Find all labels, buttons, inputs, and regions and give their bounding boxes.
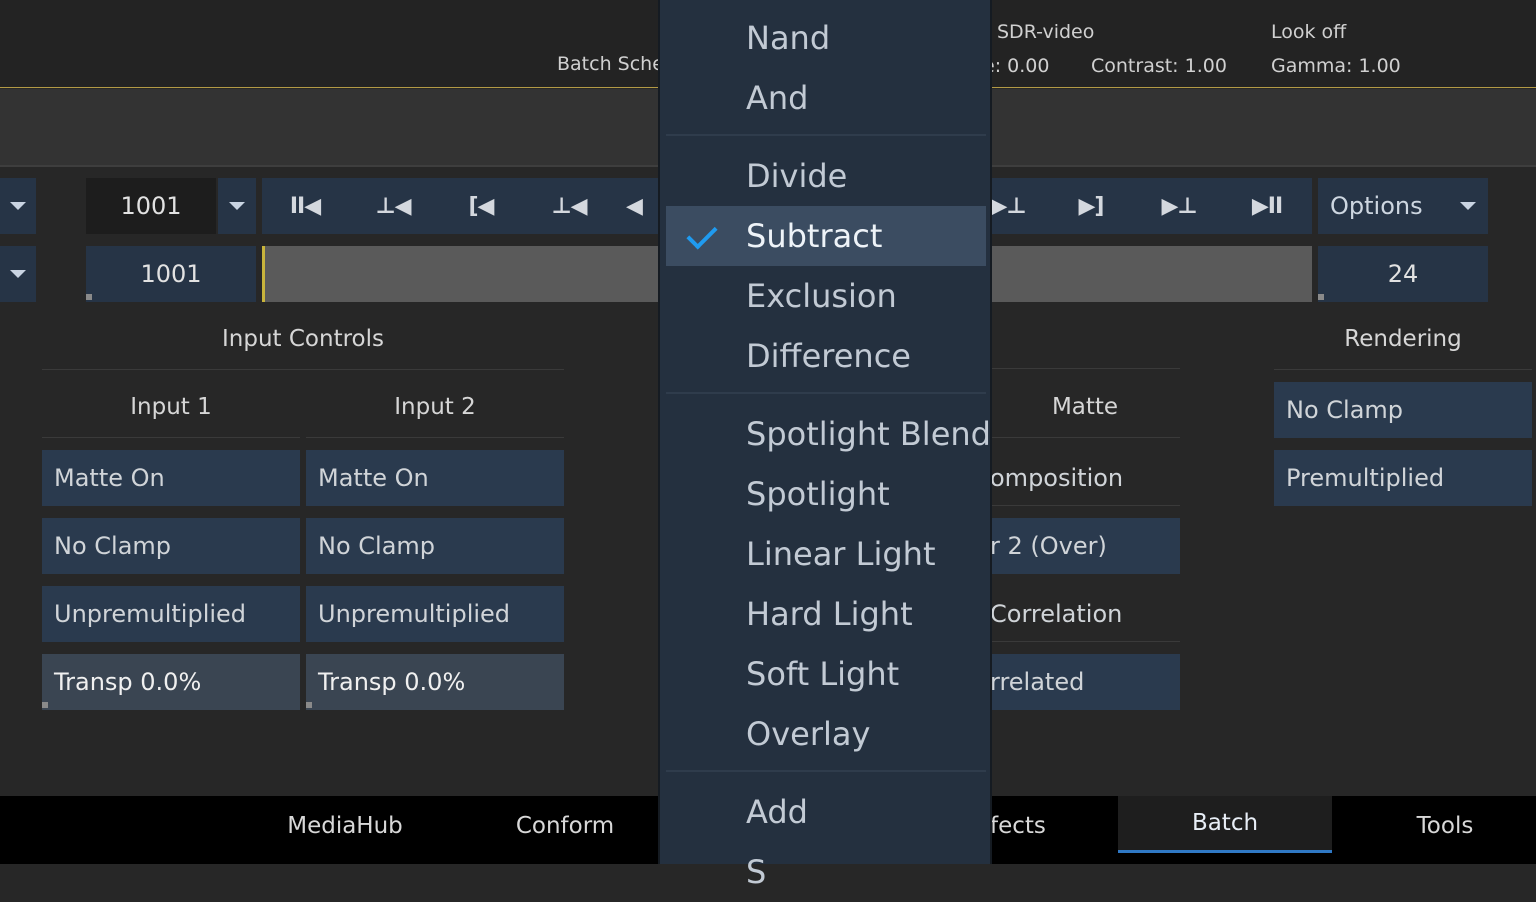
tab-effects[interactable]: fects xyxy=(990,796,1050,856)
contrast-readout: Contrast: 1.00 xyxy=(1091,55,1227,77)
input1-clamp-button[interactable]: No Clamp xyxy=(42,518,300,574)
chevron-down-icon xyxy=(10,202,26,210)
input2-clamp-button[interactable]: No Clamp xyxy=(306,518,564,574)
previous-marker-icon[interactable]: ⊥◀ xyxy=(534,178,604,234)
correlation-label: Correlation xyxy=(990,586,1180,642)
menu-item-partial[interactable]: S xyxy=(660,842,990,902)
matte-heading: Matte xyxy=(990,394,1180,438)
current-frame-field[interactable]: 1001 xyxy=(86,178,216,234)
tab-conform[interactable]: Conform xyxy=(458,796,672,856)
input2-matte-button[interactable]: Matte On xyxy=(306,450,564,506)
rendering-clamp-button[interactable]: No Clamp xyxy=(1274,382,1532,438)
rendering-premult-button[interactable]: Premultiplied xyxy=(1274,450,1532,506)
input2-transparency-tick xyxy=(306,702,312,708)
menu-item-soft-light[interactable]: Soft Light xyxy=(660,644,990,704)
start-frame-field[interactable]: 1001 xyxy=(86,246,256,302)
gamma-readout: Gamma: 1.00 xyxy=(1271,55,1401,77)
input1-transparency-field[interactable]: Transp 0.0% xyxy=(42,654,300,710)
menu-item-hard-light[interactable]: Hard Light xyxy=(660,584,990,644)
previous-frame-icon[interactable]: ◀ xyxy=(626,178,658,234)
menu-item-nand[interactable]: Nand xyxy=(660,8,990,68)
input1-transparency-tick xyxy=(42,702,48,708)
checkmark-icon xyxy=(686,218,718,250)
chevron-down-icon xyxy=(10,270,26,278)
menu-separator xyxy=(666,770,986,772)
timeline-cursor[interactable] xyxy=(262,246,265,302)
menu-item-add[interactable]: Add xyxy=(660,782,990,842)
left-dropdown-button-2[interactable] xyxy=(0,246,36,302)
menu-item-overlay[interactable]: Overlay xyxy=(660,704,990,764)
end-frame-slider-tick xyxy=(1318,294,1324,300)
composition-label: omposition xyxy=(990,450,1180,506)
menu-separator xyxy=(666,392,986,394)
frame-dropdown-button[interactable] xyxy=(218,178,256,234)
go-to-start-icon[interactable]: II◀ xyxy=(270,178,340,234)
next-marker-icon[interactable]: ▶⊥ xyxy=(986,178,1030,234)
menu-item-spotlight-blend[interactable]: Spotlight Blend xyxy=(660,404,991,464)
menu-item-linear-light[interactable]: Linear Light xyxy=(660,524,990,584)
menu-item-divide[interactable]: Divide xyxy=(660,146,990,206)
left-dropdown-button[interactable] xyxy=(0,178,36,234)
timeline-scrubber-right[interactable] xyxy=(990,246,1312,302)
next-keyframe-icon[interactable]: ▶⊥ xyxy=(1144,178,1214,234)
matte-panel-divider xyxy=(990,368,1180,369)
timeline-scrubber[interactable] xyxy=(262,246,658,302)
blend-mode-menu: Nand And Divide Subtract Exclusion Diffe… xyxy=(658,0,992,891)
tab-batch[interactable]: Batch xyxy=(1118,796,1332,853)
batch-schedule-label[interactable]: Batch Sche xyxy=(557,53,664,75)
look-status: Look off xyxy=(1271,21,1347,43)
options-button[interactable]: Options xyxy=(1318,178,1488,234)
input-controls-heading: Input Controls xyxy=(42,326,564,370)
next-out-point-icon[interactable]: ▶] xyxy=(1056,178,1126,234)
tab-tools[interactable]: Tools xyxy=(1338,796,1536,856)
end-frame-field[interactable]: 24 xyxy=(1318,246,1488,302)
menu-item-exclusion[interactable]: Exclusion xyxy=(660,266,990,326)
previous-in-point-icon[interactable]: [◀ xyxy=(446,178,516,234)
input2-premult-button[interactable]: Unpremultiplied xyxy=(306,586,564,642)
input1-heading: Input 1 xyxy=(42,394,300,438)
menu-item-subtract[interactable]: Subtract xyxy=(666,206,986,266)
start-frame-slider-tick xyxy=(86,294,92,300)
menu-item-subtract-label: Subtract xyxy=(746,217,883,255)
exposure-readout: e: 0.00 xyxy=(983,55,1050,77)
options-label: Options xyxy=(1330,192,1423,220)
previous-keyframe-icon[interactable]: ⊥◀ xyxy=(358,178,428,234)
tab-mediahub[interactable]: MediaHub xyxy=(238,796,452,856)
menu-item-spotlight[interactable]: Spotlight xyxy=(660,464,990,524)
go-to-end-icon[interactable]: ▶II xyxy=(1232,178,1302,234)
menu-separator xyxy=(666,134,986,136)
colour-space-label: SDR-video xyxy=(997,21,1095,43)
chevron-down-icon xyxy=(1460,202,1476,210)
input2-heading: Input 2 xyxy=(306,394,564,438)
correlation-mode-button[interactable]: rrelated xyxy=(990,654,1180,710)
input1-matte-button[interactable]: Matte On xyxy=(42,450,300,506)
layer-mode-button[interactable]: r 2 (Over) xyxy=(990,518,1180,574)
chevron-down-icon xyxy=(229,202,245,210)
input1-premult-button[interactable]: Unpremultiplied xyxy=(42,586,300,642)
menu-item-difference[interactable]: Difference xyxy=(660,326,990,386)
menu-item-and[interactable]: And xyxy=(660,68,990,128)
rendering-heading: Rendering xyxy=(1274,326,1532,370)
input2-transparency-field[interactable]: Transp 0.0% xyxy=(306,654,564,710)
